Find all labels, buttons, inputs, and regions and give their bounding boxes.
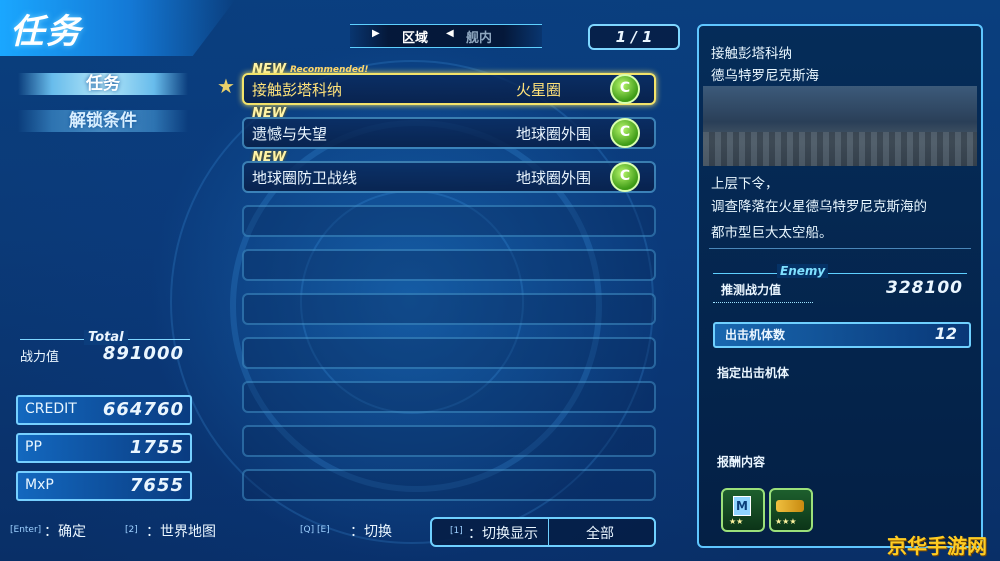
total-power: Total 战力值 891000 [20, 330, 190, 370]
empty-mission-slot [242, 205, 656, 237]
detail-title: 接触彭塔科纳 [711, 46, 792, 62]
sortie-label: 出击机体数 [725, 328, 786, 342]
rank-c-icon: C [610, 74, 640, 104]
tab-unlock-conditions[interactable]: 解锁条件 [18, 110, 188, 132]
detail-desc-line: 调查降落在火星德乌特罗尼克斯海的 [711, 199, 927, 215]
credit-value: 664760 [102, 399, 184, 420]
arrow-right-icon: ▶ [372, 28, 380, 39]
empty-mission-slot [242, 293, 656, 325]
empty-mission-slot [242, 469, 656, 501]
detail-location: 德乌特罗尼克斯海 [711, 68, 819, 84]
designated-units-label: 指定出击机体 [717, 366, 790, 380]
tab-mission-label: 任务 [86, 74, 120, 94]
empty-mission-slot [242, 381, 656, 413]
mission-name: 地球圈防卫战线 [252, 169, 358, 187]
page-title: 任务 [10, 12, 82, 52]
mission-area: 地球圈外围 [516, 169, 592, 187]
reward-item[interactable]: ★★★ [769, 488, 813, 532]
empty-mission-slot [242, 249, 656, 281]
tab-area[interactable]: 区域 [402, 27, 428, 46]
mission-row[interactable]: 遗憾与失望 地球圈外围 C [242, 117, 656, 149]
mission-name: 接触彭塔科纳 [252, 81, 343, 99]
divider [713, 273, 967, 274]
mission-name: 遗憾与失望 [252, 125, 328, 143]
power-label: 战力值 [20, 350, 60, 365]
confirm-label[interactable]: ：确定 [44, 521, 86, 541]
city-skyline [703, 132, 977, 166]
display-key-hint: [1] [450, 526, 463, 536]
empty-mission-slot [242, 337, 656, 369]
mission-detail-panel: 接触彭塔科纳 德乌特罗尼克斯海 上层下令， 调查降落在火星德乌特罗尼克斯海的 都… [697, 24, 983, 548]
credit-label: CREDIT [25, 401, 77, 417]
divider [713, 302, 813, 304]
sortie-value: 12 [934, 324, 957, 343]
display-value: 全部 [586, 526, 614, 542]
reward-rarity: ★★ [729, 517, 744, 526]
controls-bar: [Enter] ：确定 [2] ：世界地图 [Q] [E] ：切换 [1] ：切… [0, 515, 690, 547]
tab-unlock-label: 解锁条件 [69, 111, 137, 131]
mission-row[interactable]: 地球圈防卫战线 地球圈外围 C [242, 161, 656, 193]
display-label: ：切换显示 [468, 526, 538, 542]
module-icon: M [733, 496, 751, 516]
tab-ship-interior[interactable]: 舰内 [466, 27, 492, 46]
star-icon: ★ [217, 74, 235, 98]
world-map-label[interactable]: ：世界地图 [146, 521, 216, 541]
mission-preview-image [703, 86, 977, 166]
map-key-hint: [2] [125, 525, 138, 535]
detail-desc-line: 上层下令， [711, 176, 779, 192]
detail-desc-line: 都市型巨大太空船。 [711, 225, 833, 241]
pp-box: PP 1755 [16, 433, 192, 463]
sortie-count-box: 出击机体数 12 [713, 322, 971, 348]
area-tab-bar: ▶ 区域 ◀ 舰内 [350, 24, 542, 48]
rank-c-icon: C [610, 118, 640, 148]
switch-label[interactable]: ：切换 [350, 521, 392, 541]
power-value: 891000 [102, 343, 184, 364]
empty-mission-slot [242, 425, 656, 457]
mission-area: 火星圈 [516, 81, 562, 99]
est-power-value: 328100 [886, 278, 963, 298]
tab-mission[interactable]: 任务 [18, 73, 188, 95]
pp-label: PP [25, 439, 42, 455]
mission-area: 地球圈外围 [516, 125, 592, 143]
weapon-icon [776, 500, 804, 512]
divider [548, 519, 549, 545]
credit-box: CREDIT 664760 [16, 395, 192, 425]
mxp-value: 7655 [129, 475, 184, 496]
est-power-label: 推测战力值 [721, 283, 782, 297]
display-toggle[interactable]: [1] ：切换显示 全部 [430, 517, 656, 547]
reward-item[interactable]: M ★★ [721, 488, 765, 532]
mxp-box: MxP 7655 [16, 471, 192, 501]
enemy-label: Enemy [777, 264, 829, 278]
enter-key-hint: [Enter] [10, 525, 42, 535]
reward-label: 报酬内容 [717, 455, 766, 469]
reward-rarity: ★★★ [775, 517, 797, 526]
divider [709, 248, 971, 249]
switch-keys-hint: [Q] [E] [300, 525, 330, 535]
pp-value: 1755 [129, 437, 184, 458]
arrow-left-icon: ◀ [446, 28, 454, 39]
watermark: 京华手游网 [887, 534, 987, 558]
page-indicator: 1 / 1 [588, 24, 680, 50]
mission-row[interactable]: 接触彭塔科纳 火星圈 C [242, 73, 656, 105]
rank-c-icon: C [610, 162, 640, 192]
mxp-label: MxP [25, 477, 54, 493]
